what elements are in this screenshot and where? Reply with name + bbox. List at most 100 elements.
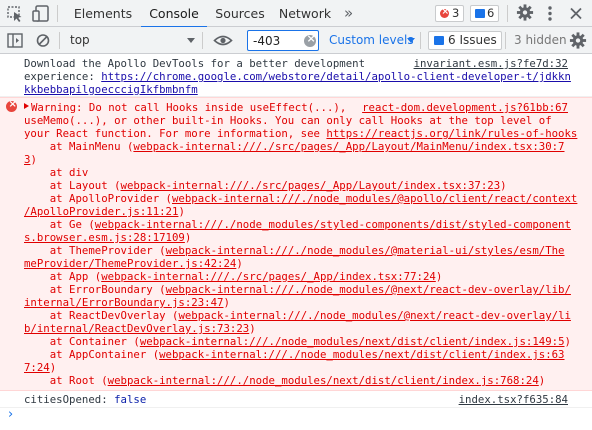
more-tabs-button[interactable]: » bbox=[344, 0, 353, 27]
tab-network[interactable]: Network bbox=[276, 0, 334, 27]
stack-frame: at AppContainer (webpack-internal:///./n… bbox=[24, 348, 565, 361]
stack-frame: at ErrorBoundary (webpack-internal:///./… bbox=[24, 283, 571, 296]
stack-frame: at Layout (webpack-internal:///./src/pag… bbox=[24, 179, 507, 192]
stack-frame-function: at AppContainer ( bbox=[24, 348, 160, 361]
stack-frame-link[interactable]: webpack-internal:///./src/pages/_App/ind… bbox=[101, 270, 436, 283]
message-source-link[interactable]: index.tsx?f635:84 bbox=[459, 393, 568, 406]
stack-frame-function: at Layout ( bbox=[24, 179, 121, 192]
chevron-down-icon[interactable] bbox=[187, 38, 195, 43]
stack-frame-link[interactable]: webpack-internal:///./node_modules/@mate… bbox=[166, 244, 565, 257]
apollo-devtools-link[interactable]: https://chrome.google.com/webstore/detai… bbox=[101, 70, 571, 83]
toolbar-divider bbox=[59, 32, 60, 49]
stack-frame-link[interactable]: webpack-internal:///./src/pages/_App/Lay… bbox=[133, 140, 564, 153]
clear-console-icon[interactable] bbox=[33, 31, 53, 50]
show-sidebar-icon[interactable] bbox=[5, 31, 25, 50]
stack-frame-link[interactable]: internal/ErrorBoundary.js:23:47 bbox=[24, 296, 223, 309]
issue-icon bbox=[434, 36, 444, 45]
error-text-line: useMemo(...), or other built-in Hooks. Y… bbox=[24, 114, 552, 127]
error-text: your React function. For more informatio… bbox=[24, 127, 327, 140]
toolbar-divider bbox=[420, 32, 421, 49]
inspect-element-icon[interactable] bbox=[5, 4, 25, 23]
stack-frame-function: at Container ( bbox=[24, 335, 140, 348]
stack-frame-link[interactable]: webpack-internal:///./node_modules/next/… bbox=[140, 335, 565, 348]
stack-frame-paren: ) bbox=[249, 322, 256, 335]
error-icon bbox=[6, 98, 17, 112]
stack-frame-link[interactable]: webpack-internal:///./node_modules/next/… bbox=[108, 374, 539, 387]
message-source-link[interactable]: invariant.esm.js?fe7d:32 bbox=[414, 57, 568, 70]
apollo-devtools-link[interactable]: kkbebbapilgoecccigIkfbmbnfm bbox=[24, 83, 198, 96]
issues-button[interactable]: 6 Issues bbox=[428, 31, 502, 50]
live-expression-eye-icon[interactable] bbox=[213, 31, 233, 50]
expand-triangle-icon[interactable] bbox=[24, 103, 29, 109]
stack-frame-function: at ApolloProvider ( bbox=[24, 192, 172, 205]
stack-frame: at MainMenu (webpack-internal:///./src/p… bbox=[24, 140, 565, 153]
console-message-error[interactable]: Warning: Do not call Hooks inside useEff… bbox=[0, 97, 592, 391]
tab-elements[interactable]: Elements bbox=[70, 0, 136, 27]
hidden-messages-count: 3 hidden bbox=[514, 33, 567, 47]
stack-frame-function: at Ge ( bbox=[24, 218, 95, 231]
close-devtools-icon[interactable] bbox=[566, 4, 586, 23]
stack-frame-link[interactable]: webpack-internal:///./src/pages/_App/Lay… bbox=[121, 179, 501, 192]
issues-badge[interactable]: 6 bbox=[470, 5, 500, 22]
stack-frame-link[interactable]: meProvider/ThemeProvider.js:42:24 bbox=[24, 257, 236, 270]
stack-frame-continuation: /ApolloProvider.js:11:21) bbox=[24, 205, 185, 218]
stack-frame: at Root (webpack-internal:///./node_modu… bbox=[24, 374, 545, 387]
stack-frame-function: at ThemeProvider ( bbox=[24, 244, 166, 257]
stack-frame-link[interactable]: webpack-internal:///./node_modules/@next… bbox=[178, 309, 571, 322]
stack-frame-paren: ) bbox=[435, 270, 443, 283]
console-settings-gear-icon[interactable] bbox=[568, 31, 588, 50]
error-warning-text: Warning: Do not call Hooks inside useEff… bbox=[31, 101, 353, 114]
issue-icon bbox=[475, 9, 485, 18]
stack-frame-paren: ) bbox=[178, 205, 185, 218]
stack-frame-link[interactable]: /ApolloProvider.js:11:21 bbox=[24, 205, 178, 218]
rules-of-hooks-link[interactable]: https://reactjs.org/link/rules-of-hooks bbox=[326, 127, 577, 140]
more-options-icon[interactable] bbox=[540, 4, 560, 23]
log-levels-dropdown[interactable]: Custom levels bbox=[329, 27, 414, 54]
stack-frame: at ThemeProvider (webpack-internal:///./… bbox=[24, 244, 565, 257]
stack-frame-link[interactable]: 7:24 bbox=[24, 361, 50, 374]
settings-gear-icon[interactable] bbox=[515, 3, 535, 22]
errors-badge[interactable]: 3 bbox=[435, 5, 465, 22]
stack-frame-link[interactable]: s.browser.esm.js:28:17109 bbox=[24, 231, 185, 244]
stack-frame: at div bbox=[24, 166, 89, 179]
chevron-down-icon[interactable] bbox=[407, 38, 415, 43]
stack-frame-paren: ) bbox=[223, 296, 230, 309]
stack-frame-link[interactable]: webpack-internal:///./node_modules/@apol… bbox=[172, 192, 577, 205]
message-source-link[interactable]: react-dom.development.js?61bb:67 bbox=[362, 101, 568, 114]
stack-frame-paren: ) bbox=[184, 231, 192, 244]
errors-count: 3 bbox=[452, 6, 460, 20]
stack-frame-continuation: 7:24) bbox=[24, 361, 56, 374]
stack-frame-continuation: b/internal/ReactDevOverlay.js:73:23) bbox=[24, 322, 256, 335]
toolbar-divider bbox=[505, 32, 506, 49]
clear-filter-icon[interactable] bbox=[304, 32, 316, 47]
stack-frame-link[interactable]: webpack-internal:///./node_modules/@next… bbox=[166, 283, 571, 296]
stack-frame: at App (webpack-internal:///./src/pages/… bbox=[24, 270, 443, 283]
stack-frame-function: at ReactDevOverlay ( bbox=[24, 309, 179, 322]
console-message-log: citiesOpened: false index.tsx?f635:84 bbox=[0, 391, 592, 408]
stack-frame: at Ge (webpack-internal:///./node_module… bbox=[24, 218, 571, 231]
stack-frame: at Container (webpack-internal:///./node… bbox=[24, 335, 571, 348]
console-prompt-row[interactable]: › bbox=[0, 408, 592, 426]
stack-frame: at ApolloProvider (webpack-internal:///.… bbox=[24, 192, 578, 205]
stack-frame-link[interactable]: b/internal/ReactDevOverlay.js:73:23 bbox=[24, 322, 249, 335]
tab-console[interactable]: Console bbox=[141, 0, 207, 28]
console-prompt-icon[interactable]: › bbox=[8, 408, 13, 421]
stack-frame-continuation: s.browser.esm.js:28:17109) bbox=[24, 231, 191, 244]
stack-frame-link[interactable]: webpack-internal:///./node_modules/next/… bbox=[159, 348, 564, 361]
tab-sources[interactable]: Sources bbox=[210, 0, 270, 27]
stack-frame-function: at Root ( bbox=[24, 374, 108, 387]
stack-frame-paren: ) bbox=[538, 374, 546, 387]
stack-frame-continuation: meProvider/ThemeProvider.js:42:24) bbox=[24, 257, 243, 270]
issues-count: 6 bbox=[487, 6, 495, 20]
context-selector[interactable]: top bbox=[70, 27, 90, 54]
issues-button-label: 6 Issues bbox=[448, 33, 497, 47]
log-value: false bbox=[114, 393, 147, 406]
stack-frame-link[interactable]: webpack-internal:///./node_modules/style… bbox=[95, 218, 571, 231]
device-toolbar-icon[interactable] bbox=[31, 4, 51, 23]
message-text-line: citiesOpened: false bbox=[24, 393, 146, 406]
stack-frame-paren: ) bbox=[236, 257, 243, 270]
stack-frame-function: at ErrorBoundary ( bbox=[24, 283, 166, 296]
console-toolbar: top Custom levels 6 Issues 3 hidden bbox=[0, 27, 592, 54]
stack-frame-continuation: internal/ErrorBoundary.js:23:47) bbox=[24, 296, 230, 309]
toolbar-divider bbox=[202, 32, 203, 49]
